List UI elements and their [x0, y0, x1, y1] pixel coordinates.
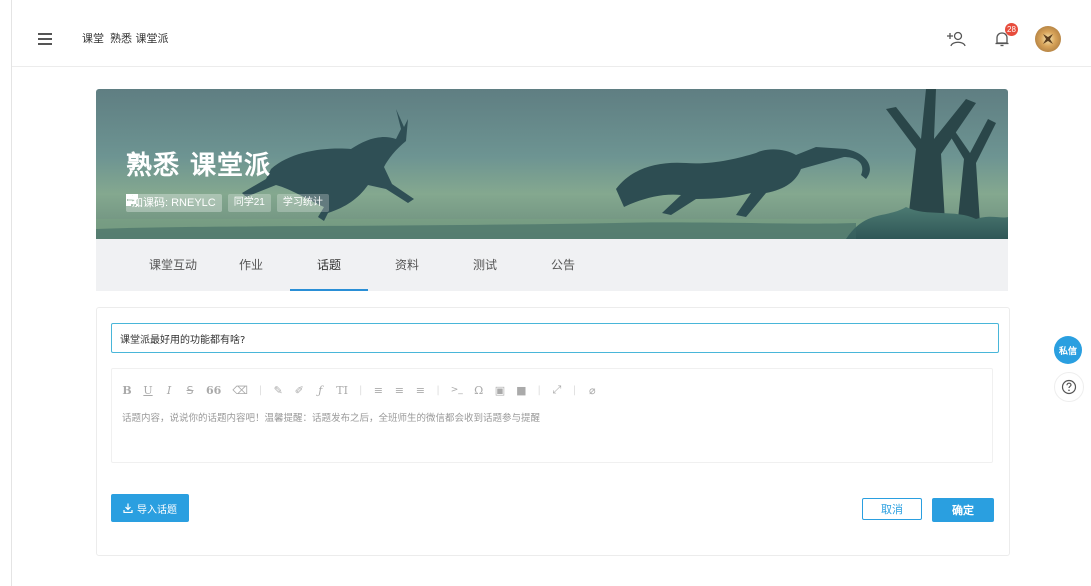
italic-button[interactable]: I: [164, 384, 174, 397]
image-icon[interactable]: ▣: [495, 384, 505, 397]
help-button[interactable]: [1054, 372, 1084, 402]
breadcrumb-root[interactable]: 课堂: [82, 30, 104, 46]
strikethrough-button[interactable]: S: [185, 384, 195, 397]
video-icon[interactable]: ■: [516, 384, 526, 397]
download-icon: [123, 503, 133, 513]
tab-topics[interactable]: 话题: [290, 239, 368, 291]
brush-icon[interactable]: ✐: [294, 384, 304, 397]
menu-icon[interactable]: [38, 33, 52, 45]
code-button[interactable]: >_: [451, 385, 463, 395]
content-placeholder: 话题内容，说说你的话题内容吧！温馨提醒：话题发布之后，全班师生的微信都会收到话题…: [122, 413, 541, 424]
course-title: 熟悉 课堂派: [126, 151, 272, 181]
tab-tests[interactable]: 测试: [446, 239, 524, 291]
align-left-icon[interactable]: ≡: [373, 384, 383, 397]
help-icon: [1061, 379, 1077, 395]
quote-button[interactable]: 66: [206, 384, 221, 397]
students-text: 同学21: [233, 197, 265, 208]
tab-announcements[interactable]: 公告: [524, 239, 602, 291]
stats-icon: [126, 194, 136, 204]
topic-title-input[interactable]: [111, 323, 999, 353]
special-char-button[interactable]: Ω: [474, 384, 484, 397]
avatar[interactable]: [1035, 26, 1061, 52]
toolbar-divider: |: [572, 384, 577, 396]
stats-text: 学习统计: [282, 197, 323, 208]
toolbar-divider: |: [436, 384, 440, 396]
topic-content-editor[interactable]: B U I S 66 ⌫ | ✎ ✐ ƒ TI | ≡ ≡ ≡ | >_ Ω ▣…: [111, 368, 993, 463]
stats-pill[interactable]: 学习统计: [126, 194, 329, 212]
course-banner: 熟悉 课堂派 加课码: RNEYLC 同学21 学习统计: [96, 89, 1008, 239]
students-pill[interactable]: 同学21: [126, 194, 271, 212]
tab-homework[interactable]: 作业: [212, 239, 290, 291]
editor-toolbar: B U I S 66 ⌫ | ✎ ✐ ƒ TI | ≡ ≡ ≡ | >_ Ω ▣…: [122, 383, 597, 397]
add-user-icon[interactable]: [943, 26, 969, 52]
course-tabs: 课堂互动 作业 话题 资料 测试 公告: [96, 239, 1008, 291]
join-code-pill[interactable]: 加课码: RNEYLC: [126, 194, 222, 212]
align-right-icon[interactable]: ≡: [415, 384, 425, 397]
course-meta: 加课码: RNEYLC 同学21 学习统计: [126, 194, 329, 212]
toolbar-divider: |: [537, 384, 541, 396]
topic-editor-card: B U I S 66 ⌫ | ✎ ✐ ƒ TI | ≡ ≡ ≡ | >_ Ω ▣…: [96, 307, 1010, 556]
header-actions: 28: [943, 23, 1061, 52]
align-center-icon[interactable]: ≡: [394, 384, 404, 397]
notification-badge: 28: [1005, 23, 1018, 36]
breadcrumb: 课堂 熟悉 课堂派: [82, 30, 169, 46]
tab-interaction[interactable]: 课堂互动: [134, 239, 212, 291]
top-bar: 课堂 熟悉 课堂派 28: [12, 12, 1091, 67]
notification-button[interactable]: 28: [989, 23, 1018, 52]
pen-icon[interactable]: ✎: [273, 384, 283, 397]
underline-button[interactable]: U: [143, 384, 153, 397]
import-topic-button[interactable]: 导入话题: [111, 494, 189, 522]
bold-button[interactable]: B: [122, 384, 132, 397]
eraser-icon[interactable]: ⌫: [232, 384, 248, 397]
tab-materials[interactable]: 资料: [368, 239, 446, 291]
import-topic-label: 导入话题: [137, 504, 177, 516]
breadcrumb-course: 熟悉 课堂派: [110, 32, 169, 45]
private-message-button[interactable]: 私信: [1054, 336, 1082, 364]
join-code-text: 加课码: RNEYLC: [132, 197, 216, 209]
confirm-button[interactable]: 确定: [932, 498, 994, 522]
toolbar-divider: |: [258, 384, 263, 396]
cancel-button[interactable]: 取消: [862, 498, 922, 520]
attachment-icon[interactable]: ⌀: [587, 384, 597, 397]
text-size-button[interactable]: TI: [336, 384, 348, 397]
font-icon[interactable]: ƒ: [315, 384, 325, 397]
fullscreen-icon[interactable]: ⤢: [552, 383, 562, 397]
toolbar-divider: |: [358, 384, 363, 396]
